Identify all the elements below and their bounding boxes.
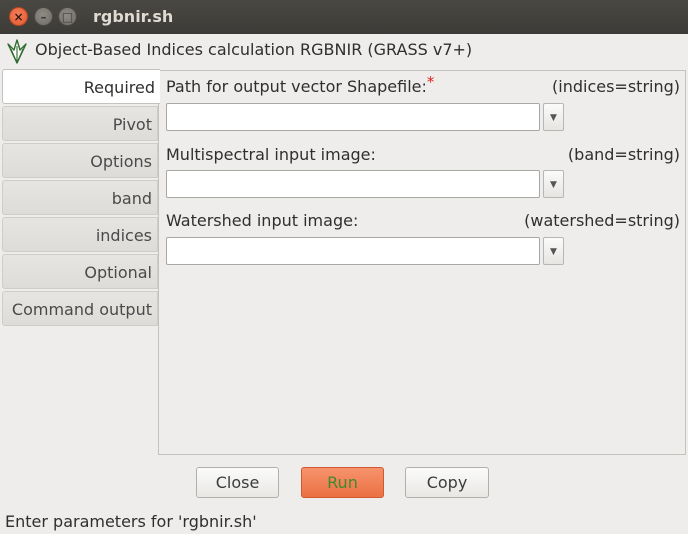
chevron-down-icon: ▼ bbox=[550, 113, 557, 123]
tab-options[interactable]: Options bbox=[2, 143, 158, 178]
watershed-image-dropdown[interactable]: ▼ bbox=[543, 237, 564, 265]
close-icon: × bbox=[13, 10, 24, 24]
watershed-image-key: (watershed=string) bbox=[524, 211, 680, 230]
tab-pivot[interactable]: Pivot bbox=[2, 106, 158, 141]
output-shapefile-label: Path for output vector Shapefile:* bbox=[166, 73, 434, 96]
module-title: Object-Based Indices calculation RGBNIR … bbox=[35, 40, 473, 59]
tab-indices[interactable]: indices bbox=[2, 217, 158, 252]
multispectral-image-input[interactable] bbox=[166, 170, 540, 198]
status-bar: Enter parameters for 'rgbnir.sh' bbox=[5, 512, 257, 531]
window-titlebar: × – □ rgbnir.sh bbox=[0, 0, 688, 34]
watershed-image-label: Watershed input image: bbox=[166, 211, 359, 230]
output-shapefile-label-text: Path for output vector Shapefile: bbox=[166, 77, 427, 96]
minimize-icon: – bbox=[40, 10, 47, 24]
window-minimize-button[interactable]: – bbox=[34, 7, 53, 26]
output-shapefile-input[interactable] bbox=[166, 103, 540, 131]
output-shapefile-key: (indices=string) bbox=[552, 77, 680, 96]
output-shapefile-dropdown[interactable]: ▼ bbox=[543, 103, 564, 131]
multispectral-image-key: (band=string) bbox=[567, 145, 680, 164]
run-button[interactable]: Run bbox=[301, 467, 384, 498]
window-maximize-button[interactable]: □ bbox=[58, 7, 77, 26]
chevron-down-icon: ▼ bbox=[550, 247, 557, 257]
window-title: rgbnir.sh bbox=[93, 7, 174, 26]
tab-optional[interactable]: Optional bbox=[2, 254, 158, 289]
tab-required[interactable]: Required bbox=[2, 69, 160, 104]
tab-band[interactable]: band bbox=[2, 180, 158, 215]
tab-command-output[interactable]: Command output bbox=[2, 291, 158, 326]
copy-button[interactable]: Copy bbox=[405, 467, 489, 498]
chevron-down-icon: ▼ bbox=[550, 180, 557, 190]
multispectral-image-label: Multispectral input image: bbox=[166, 145, 376, 164]
window-close-button[interactable]: × bbox=[9, 7, 28, 26]
maximize-icon: □ bbox=[61, 10, 74, 24]
multispectral-image-dropdown[interactable]: ▼ bbox=[543, 170, 564, 198]
watershed-image-input[interactable] bbox=[166, 237, 540, 265]
close-button[interactable]: Close bbox=[196, 467, 279, 498]
required-mark: * bbox=[426, 73, 435, 91]
grass-module-icon bbox=[7, 39, 27, 64]
